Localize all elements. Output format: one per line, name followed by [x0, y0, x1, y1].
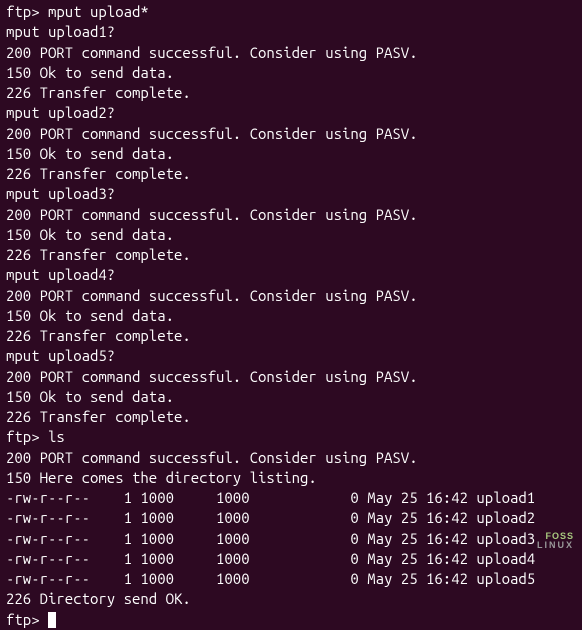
prompt-line[interactable]: ftp> [6, 610, 576, 630]
prompt-text: ftp> [6, 611, 48, 628]
watermark-bot: LINUX [537, 541, 574, 550]
watermark: FOSS LINUX [537, 532, 574, 550]
cursor [48, 612, 56, 628]
terminal-output: ftp> mput upload* mput upload1? 200 PORT… [6, 2, 576, 610]
